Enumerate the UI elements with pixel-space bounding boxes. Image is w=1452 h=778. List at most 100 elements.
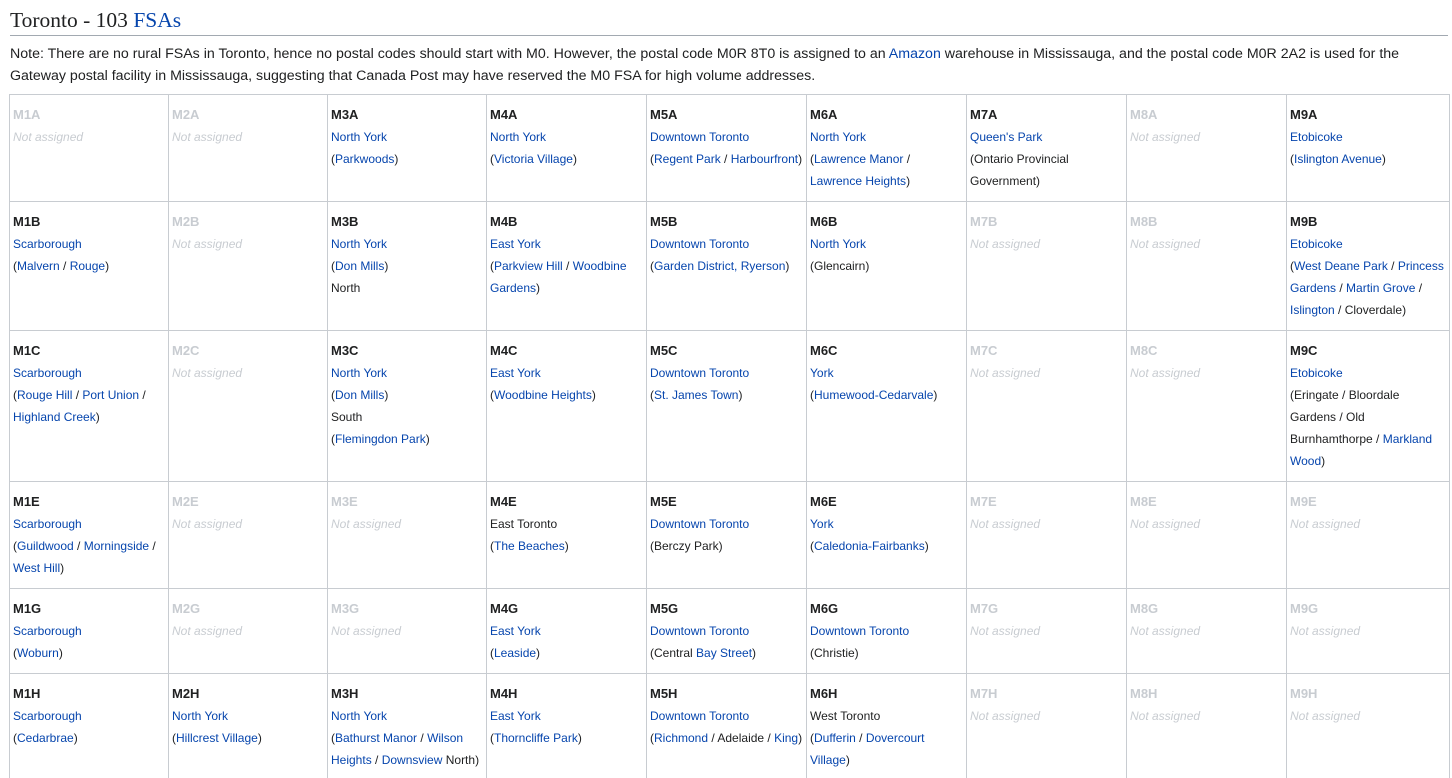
place-link[interactable]: Highland Creek [13, 410, 96, 424]
place-link[interactable]: Lawrence Heights [810, 174, 906, 188]
place-link[interactable]: Dufferin [814, 731, 856, 745]
place-link[interactable]: Downtown Toronto [650, 709, 749, 723]
place-link[interactable]: Downtown Toronto [650, 366, 749, 380]
fsa-code: M7C [970, 343, 998, 358]
place-link[interactable]: Scarborough [13, 366, 82, 380]
place-link[interactable]: Caledonia-Fairbanks [814, 539, 925, 553]
place-link[interactable]: North York [490, 130, 546, 144]
place-link[interactable]: Harbourfront [731, 152, 798, 166]
fsa-cell-m9c: M9C Etobicoke (Eringate / Bloordale Garden… [1286, 330, 1450, 482]
place-link[interactable]: Don Mills [335, 259, 384, 273]
place-link[interactable]: St. James Town [654, 388, 738, 402]
fsa-cell-m5g: M5G Downtown Toronto (Central Bay Street) [646, 588, 807, 674]
place-link[interactable]: Victoria Village [494, 152, 573, 166]
place-text: ) [384, 259, 389, 273]
fsa-place-line: East York [490, 705, 643, 727]
place-link[interactable]: Regent Park [654, 152, 721, 166]
place-link[interactable]: East York [490, 624, 541, 638]
place-link[interactable]: Scarborough [13, 709, 82, 723]
place-link[interactable]: Parkwoods [335, 152, 394, 166]
place-link[interactable]: Lawrence Manor [814, 152, 903, 166]
place-text: ) [906, 174, 911, 188]
place-link[interactable]: Morningside [84, 539, 149, 553]
place-text: / [1415, 281, 1423, 295]
fsa-code: M4C [490, 343, 518, 358]
not-assigned-label: Not assigned [970, 237, 1041, 251]
place-link[interactable]: Hillcrest Village [176, 731, 258, 745]
place-link[interactable]: Queen's Park [970, 130, 1042, 144]
place-link[interactable]: Woburn [17, 646, 59, 660]
fsa-place-line: Queen's Park [970, 126, 1123, 148]
place-link[interactable]: North York [331, 237, 387, 251]
place-link[interactable]: Rouge [70, 259, 105, 273]
not-assigned-label: Not assigned [331, 517, 402, 531]
not-assigned-label: Not assigned [970, 624, 1041, 638]
fsa-place-line: (Central Bay Street) [650, 642, 803, 664]
place-link[interactable]: Leaside [494, 646, 536, 660]
place-link[interactable]: Port Union [82, 388, 139, 402]
place-link[interactable]: Malvern [17, 259, 60, 273]
place-link[interactable]: Parkview Hill [494, 259, 563, 273]
place-link[interactable]: North York [331, 366, 387, 380]
place-link[interactable]: Downsview [382, 753, 443, 767]
place-link[interactable]: North York [172, 709, 228, 723]
place-link[interactable]: Etobicoke [1290, 130, 1343, 144]
place-link[interactable]: Downtown Toronto [810, 624, 909, 638]
place-link[interactable]: Downtown Toronto [650, 517, 749, 531]
place-link[interactable]: North York [331, 709, 387, 723]
fsa-cell-m4c: M4C East York (Woodbine Heights) [486, 330, 647, 482]
place-link[interactable]: Richmond [654, 731, 708, 745]
place-link[interactable]: York [810, 517, 834, 531]
place-link[interactable]: York [810, 366, 834, 380]
place-link[interactable]: North York [331, 130, 387, 144]
place-link[interactable]: King [774, 731, 798, 745]
fsa-cell-m5e: M5E Downtown Toronto (Berczy Park) [646, 481, 807, 589]
place-link[interactable]: Scarborough [13, 517, 82, 531]
place-link[interactable]: Downtown Toronto [650, 130, 749, 144]
fsa-place-line: (The Beaches) [490, 535, 643, 557]
fsa-place-line: (St. James Town) [650, 384, 803, 406]
place-link[interactable]: East York [490, 709, 541, 723]
place-link[interactable]: Downtown Toronto [650, 237, 749, 251]
place-link[interactable]: The Beaches [494, 539, 565, 553]
place-link[interactable]: Etobicoke [1290, 366, 1343, 380]
place-link[interactable]: Martin Grove [1346, 281, 1415, 295]
place-link[interactable]: Humewood-Cedarvale [814, 388, 933, 402]
place-link[interactable]: Bay Street [696, 646, 752, 660]
amazon-link[interactable]: Amazon [889, 46, 941, 62]
place-link[interactable]: Cedarbrae [17, 731, 74, 745]
fsa-code: M9G [1290, 601, 1319, 616]
place-link[interactable]: North York [810, 237, 866, 251]
place-link[interactable]: Islington [1290, 303, 1335, 317]
place-text: ) [105, 259, 110, 273]
place-link[interactable]: Don Mills [335, 388, 384, 402]
place-link[interactable]: Bathurst Manor [335, 731, 417, 745]
fsa-code: M9H [1290, 686, 1318, 701]
fsa-cell-m4g: M4G East York (Leaside) [486, 588, 647, 674]
fsas-link[interactable]: FSAs [133, 8, 181, 32]
table-row: M1A Not assigned M2A Not assigned M3A North Y… [9, 94, 1450, 202]
place-link[interactable]: North York [810, 130, 866, 144]
place-link[interactable]: Guildwood [17, 539, 74, 553]
place-link[interactable]: Etobicoke [1290, 237, 1343, 251]
fsa-code: M2A [172, 107, 200, 122]
place-link[interactable]: Rouge Hill [17, 388, 72, 402]
place-link[interactable]: Islington Avenue [1294, 152, 1382, 166]
place-link[interactable]: Downtown Toronto [650, 624, 749, 638]
place-text: ) [798, 731, 803, 745]
place-link[interactable]: Woodbine Heights [494, 388, 592, 402]
place-link[interactable]: Flemingdon Park [335, 432, 426, 446]
place-link[interactable]: East York [490, 366, 541, 380]
fsa-cell-m4e: M4E East Toronto (The Beaches) [486, 481, 647, 589]
place-link[interactable]: Scarborough [13, 237, 82, 251]
place-link[interactable]: West Deane Park [1294, 259, 1388, 273]
not-assigned-label: Not assigned [172, 130, 243, 144]
place-link[interactable]: West Hill [13, 561, 60, 575]
fsa-code: M4E [490, 494, 517, 509]
place-link[interactable]: Thorncliffe Park [494, 731, 578, 745]
place-link[interactable]: Garden District, Ryerson [654, 259, 785, 273]
place-text: (Central [650, 646, 697, 660]
place-link[interactable]: East York [490, 237, 541, 251]
place-link[interactable]: Scarborough [13, 624, 82, 638]
place-text: / [73, 539, 84, 553]
